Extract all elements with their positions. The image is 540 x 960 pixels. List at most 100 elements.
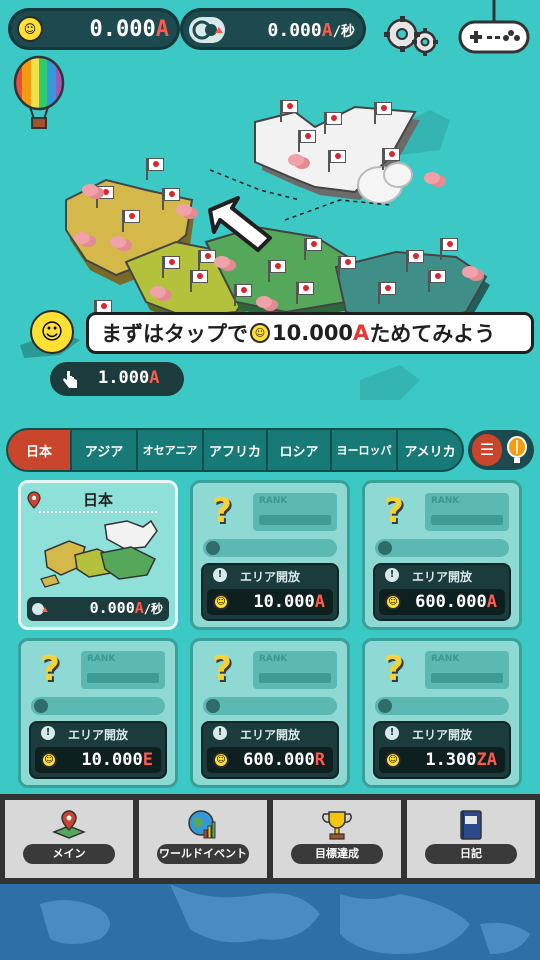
area-card-locked[interactable]: ? RANK ! エリア開放 ☺ 600.000R — [190, 638, 350, 788]
cherry-blossom-icon — [82, 184, 98, 196]
tutorial-prefix: まずはタップで — [101, 322, 248, 346]
view-toggle[interactable]: ☰ — [468, 430, 534, 470]
cost-unit: ZA — [476, 750, 497, 770]
cost-unit: A — [486, 592, 497, 612]
rate-up-icon — [378, 699, 392, 713]
list-icon[interactable]: ☰ — [472, 434, 502, 466]
rank-box: RANK — [253, 493, 337, 531]
smiley-icon: ☺ — [385, 752, 401, 768]
area-rate: 0.000A/秒 — [90, 599, 163, 617]
cost-unit: R — [314, 750, 325, 770]
rank-box: RANK — [425, 493, 509, 531]
tutorial-amount-unit: A — [353, 321, 370, 345]
map-pin-icon — [52, 810, 86, 839]
question-mark-icon: ? — [212, 491, 232, 531]
tab-asia[interactable]: アジア — [72, 430, 138, 470]
cherry-blossom-icon — [214, 256, 230, 268]
japan-flag-icon — [296, 282, 314, 304]
nav-achievements[interactable]: 目標達成 — [270, 797, 404, 881]
unlock-cost: ☺ 10.000E — [35, 747, 161, 773]
smiley-icon: ☺ — [41, 752, 57, 768]
area-name: 日本 — [82, 491, 113, 509]
tutorial-suffix: ためてみよう — [369, 322, 496, 346]
unlock-area-button[interactable]: ! エリア開放 ☺ 1.300ZA — [373, 721, 511, 779]
area-card-japan[interactable]: 日本 0.000A/秒 — [18, 480, 178, 630]
tap-value-pill: 1.000A — [50, 362, 184, 396]
unlock-cost-amount: 10.000A — [253, 592, 325, 612]
nav-diary[interactable]: 日記 — [404, 797, 538, 881]
nav-world-event-label: ワールドイベント — [157, 844, 249, 864]
japan-flag-icon — [146, 158, 164, 180]
cost-value: 10.000 — [81, 750, 143, 770]
japan-flag-icon — [268, 260, 286, 282]
unlock-label: エリア開放 — [411, 570, 472, 584]
area-rate-bar: 0.000A/秒 — [27, 597, 169, 621]
tab-oceania[interactable]: オセアニア — [138, 430, 204, 470]
balloon-view-icon[interactable] — [504, 436, 530, 464]
rate-suffix: /秒 — [332, 24, 355, 40]
tap-value-number: 1.000 — [98, 368, 150, 388]
cherry-blossom-icon — [288, 154, 304, 166]
japan-flag-icon — [382, 148, 400, 170]
smiley-icon: ☺ — [17, 16, 43, 42]
tab-europe[interactable]: ヨーロッパ — [332, 430, 398, 470]
cherry-blossom-icon — [110, 236, 126, 248]
globe-chart-icon — [188, 810, 216, 839]
cherry-blossom-icon — [424, 172, 440, 184]
tab-japan[interactable]: 日本 — [8, 430, 72, 470]
nav-main-label: メイン — [23, 844, 115, 864]
smiley-guide-icon: ☺ — [30, 310, 74, 354]
rank-box: RANK — [425, 651, 509, 689]
rate-value: 0.000 — [267, 20, 322, 41]
area-rate-value: 0.000 — [89, 599, 135, 617]
japan-flag-icon — [374, 102, 392, 124]
tutorial-amount: 10.000 — [272, 321, 354, 345]
unlock-area-button[interactable]: ! エリア開放 ☺ 600.000A — [373, 563, 511, 621]
gamepad-icon[interactable] — [456, 0, 532, 58]
gear-icon[interactable] — [382, 12, 440, 58]
cost-value: 600.000 — [243, 750, 315, 770]
cherry-blossom-icon — [176, 204, 192, 216]
rate-up-icon — [206, 699, 220, 713]
area-card-locked[interactable]: ? RANK ! エリア開放 ☺ 10.000E — [18, 638, 178, 788]
nav-main[interactable]: メイン — [2, 797, 136, 881]
rate-up-icon — [34, 699, 48, 713]
japan-flag-icon — [122, 210, 140, 232]
rank-label: RANK — [431, 496, 460, 506]
smiley-icon: ☺ — [213, 594, 229, 610]
rank-label: RANK — [259, 496, 288, 506]
question-mark-icon: ? — [40, 649, 60, 689]
japan-flag-icon — [298, 130, 316, 152]
unlock-area-button[interactable]: ! エリア開放 ☺ 10.000A — [201, 563, 339, 621]
rank-label: RANK — [431, 654, 460, 664]
tab-america[interactable]: アメリカ — [398, 430, 462, 470]
cherry-blossom-icon — [150, 286, 166, 298]
unlock-area-button[interactable]: ! エリア開放 ☺ 600.000R — [201, 721, 339, 779]
tab-africa[interactable]: アフリカ — [204, 430, 268, 470]
japan-thumbnail — [40, 519, 158, 588]
rate-placeholder — [375, 539, 509, 557]
tab-russia[interactable]: ロシア — [268, 430, 332, 470]
rank-label: RANK — [87, 654, 116, 664]
area-card-locked[interactable]: ? RANK ! エリア開放 ☺ 600.000A — [362, 480, 522, 630]
question-mark-icon: ? — [384, 649, 404, 689]
japan-flag-icon — [406, 250, 424, 272]
japan-flag-icon — [96, 186, 114, 208]
smiley-icon: ☺ — [250, 323, 270, 343]
cost-value: 600.000 — [415, 592, 487, 612]
area-card-locked[interactable]: ? RANK ! エリア開放 ☺ 1.300ZA — [362, 638, 522, 788]
cherry-blossom-icon — [74, 232, 90, 244]
rate-placeholder — [31, 697, 165, 715]
japan-flag-icon — [162, 256, 180, 278]
smiley-icon: ☺ — [385, 594, 401, 610]
unlock-cost-amount: 600.000R — [243, 750, 325, 770]
tap-value: 1.000A — [98, 368, 159, 388]
japan-flag-icon — [190, 270, 208, 292]
unlock-area-button[interactable]: ! エリア開放 ☺ 10.000E — [29, 721, 167, 779]
nav-diary-label: 日記 — [425, 844, 517, 864]
nav-world-event[interactable]: ワールドイベント — [136, 797, 270, 881]
cost-unit: A — [314, 592, 325, 612]
japan-flag-icon — [440, 238, 458, 260]
area-card-locked[interactable]: ? RANK ! エリア開放 ☺ 10.000A — [190, 480, 350, 630]
nav-achievements-label: 目標達成 — [291, 844, 383, 864]
